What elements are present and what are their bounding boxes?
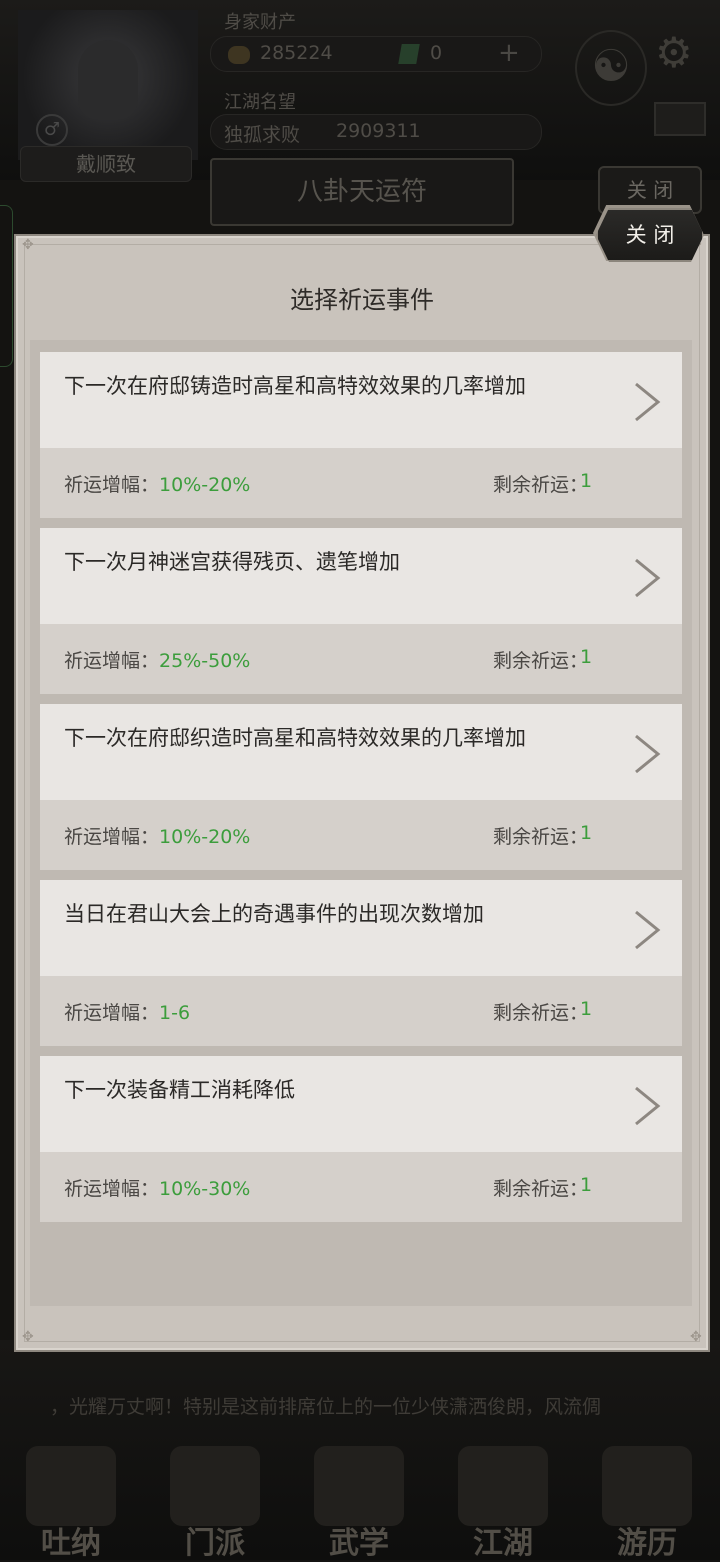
coin-icon <box>228 46 250 64</box>
remain-value: 1 <box>580 822 593 844</box>
gender-male-icon: ♂ <box>36 114 68 146</box>
chevron-right-icon[interactable] <box>626 554 666 602</box>
avatar-face <box>78 40 138 120</box>
event-card-footer: 祈运增幅：25%-50% 剩余祈运： 1 <box>40 624 682 694</box>
tuna-icon <box>26 1446 116 1526</box>
nav-youli[interactable]: 游历 <box>582 1440 712 1561</box>
gain-value: 1-6 <box>159 1002 191 1024</box>
gain-value: 10%-30% <box>159 1178 251 1200</box>
remain-label: 剩余祈运： <box>492 1002 588 1024</box>
yinyang-icon[interactable]: ☯ <box>575 30 647 106</box>
chevron-right-icon[interactable] <box>626 1082 666 1130</box>
gain-label: 祈运增幅：10%-20% <box>64 474 251 496</box>
gain-value: 10%-20% <box>159 826 251 848</box>
menpai-icon <box>170 1446 260 1526</box>
remain-value: 1 <box>580 1174 593 1196</box>
add-currency-button[interactable]: + <box>498 38 520 68</box>
event-card-footer: 祈运增幅：10%-20% 剩余祈运： 1 <box>40 800 682 870</box>
marquee-text: ，光耀万丈啊！特别是这前排席位上的一位少侠潇洒俊朗，风流倜 <box>50 1396 602 1418</box>
close-button[interactable]: 关 闭 <box>596 208 704 262</box>
side-tab[interactable] <box>0 205 13 367</box>
event-description: 下一次月神迷宫获得残页、遗笔增加 <box>64 550 400 574</box>
event-card-header: 下一次在府邸铸造时高星和高特效效果的几率增加 <box>40 352 682 448</box>
event-description: 下一次在府邸织造时高星和高特效效果的几率增加 <box>64 726 526 750</box>
event-description: 下一次在府邸铸造时高星和高特效效果的几率增加 <box>64 374 526 398</box>
pray-event-dialog: ✥ ✥ ✥ ✥ 选择祈运事件 下一次在府邸铸造时高星和高特效效果的几率增加 祈运… <box>14 234 710 1352</box>
event-card[interactable]: 下一次在府邸织造时高星和高特效效果的几率增加 祈运增幅：10%-20% 剩余祈运… <box>40 704 682 870</box>
dialog-title: 选择祈运事件 <box>290 286 434 314</box>
reputation-value: 2909311 <box>336 120 421 142</box>
corner-ornament: ✥ <box>22 1329 34 1345</box>
event-card-footer: 祈运增幅：1-6 剩余祈运： 1 <box>40 976 682 1046</box>
event-list[interactable]: 下一次在府邸铸造时高星和高特效效果的几率增加 祈运增幅：10%-20% 剩余祈运… <box>30 340 692 1306</box>
event-description: 当日在君山大会上的奇遇事件的出现次数增加 <box>64 902 484 926</box>
jade-amount: 0 <box>430 42 443 64</box>
event-card[interactable]: 下一次在府邸铸造时高星和高特效效果的几率增加 祈运增幅：10%-20% 剩余祈运… <box>40 352 682 518</box>
event-card-header: 下一次装备精工消耗降低 <box>40 1056 682 1152</box>
youli-icon <box>602 1446 692 1526</box>
event-card-header: 下一次在府邸织造时高星和高特效效果的几率增加 <box>40 704 682 800</box>
gain-value: 10%-20% <box>159 474 251 496</box>
remain-label: 剩余祈运： <box>492 1178 588 1200</box>
reputation-label: 江湖名望 <box>224 92 296 113</box>
event-card[interactable]: 当日在君山大会上的奇遇事件的出现次数增加 祈运增幅：1-6 剩余祈运： 1 <box>40 880 682 1046</box>
event-description: 下一次装备精工消耗降低 <box>64 1078 295 1102</box>
coin-amount: 285224 <box>260 42 333 64</box>
gain-label: 祈运增幅：10%-20% <box>64 826 251 848</box>
remain-value: 1 <box>580 998 593 1020</box>
bagua-panel-title: 八卦天运符 <box>210 158 514 226</box>
remain-label: 剩余祈运： <box>492 826 588 848</box>
mail-icon[interactable] <box>654 102 706 136</box>
remain-label: 剩余祈运： <box>492 474 588 496</box>
nav-jianghu[interactable]: 江湖 <box>438 1440 568 1561</box>
player-title: 独孤求败 <box>224 124 301 146</box>
nav-menpai[interactable]: 门派 <box>150 1440 280 1561</box>
gain-label: 祈运增幅：1-6 <box>64 1002 191 1024</box>
event-card-footer: 祈运增幅：10%-30% 剩余祈运： 1 <box>40 1152 682 1222</box>
wuxue-icon <box>314 1446 404 1526</box>
remain-value: 1 <box>580 470 593 492</box>
event-card[interactable]: 下一次装备精工消耗降低 祈运增幅：10%-30% 剩余祈运： 1 <box>40 1056 682 1222</box>
jianghu-icon <box>458 1446 548 1526</box>
chevron-right-icon[interactable] <box>626 730 666 778</box>
event-card-header: 下一次月神迷宫获得残页、遗笔增加 <box>40 528 682 624</box>
gain-value: 25%-50% <box>159 650 251 672</box>
remain-value: 1 <box>580 646 593 668</box>
nav-tuna[interactable]: 吐纳 <box>6 1440 136 1561</box>
corner-ornament: ✥ <box>690 1329 702 1345</box>
remain-label: 剩余祈运： <box>492 650 588 672</box>
corner-ornament: ✥ <box>22 237 34 253</box>
gain-label: 祈运增幅：10%-30% <box>64 1178 251 1200</box>
wealth-label: 身家财产 <box>224 12 296 33</box>
chevron-right-icon[interactable] <box>626 906 666 954</box>
nav-wuxue[interactable]: 武学 <box>294 1440 424 1561</box>
event-card-header: 当日在君山大会上的奇遇事件的出现次数增加 <box>40 880 682 976</box>
event-card[interactable]: 下一次月神迷宫获得残页、遗笔增加 祈运增幅：25%-50% 剩余祈运： 1 <box>40 528 682 694</box>
jade-icon <box>398 44 420 64</box>
gain-label: 祈运增幅：25%-50% <box>64 650 251 672</box>
gear-icon[interactable]: ⚙ <box>655 28 693 77</box>
event-card-footer: 祈运增幅：10%-20% 剩余祈运： 1 <box>40 448 682 518</box>
player-name: 戴顺致 <box>20 146 192 182</box>
chevron-right-icon[interactable] <box>626 378 666 426</box>
